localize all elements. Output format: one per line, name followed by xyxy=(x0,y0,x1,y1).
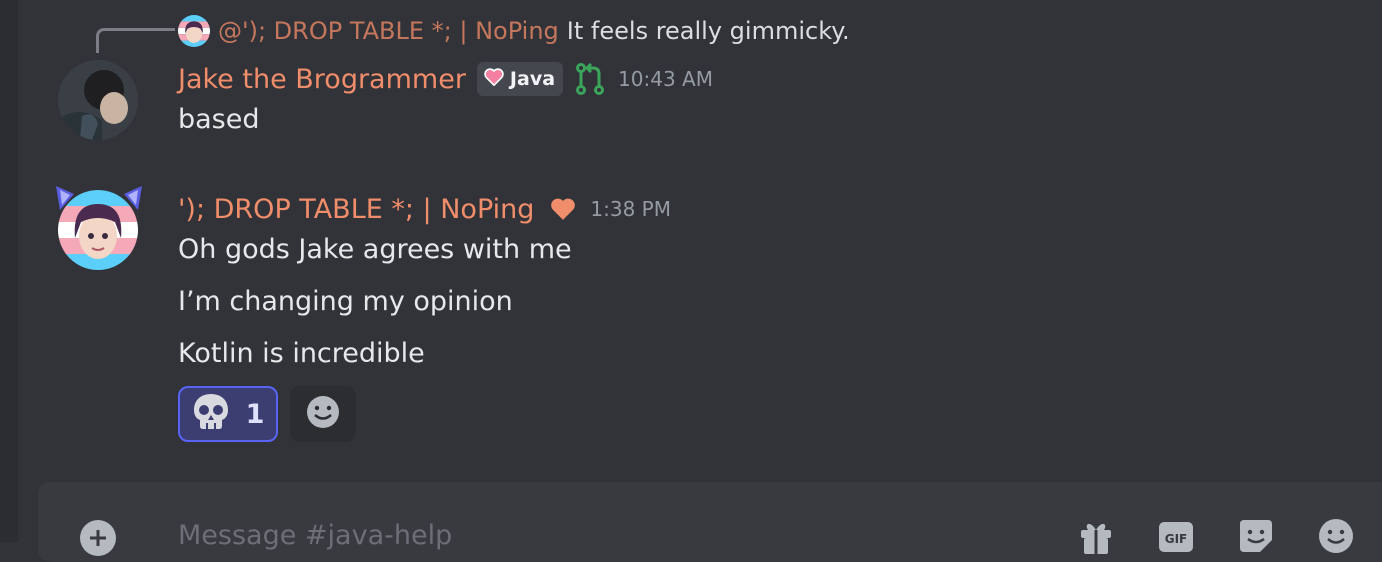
reply-avatar[interactable] xyxy=(178,15,210,47)
add-reaction-button[interactable] xyxy=(290,386,356,442)
reply-connector xyxy=(96,28,175,53)
message-timestamp[interactable]: 10:43 AM xyxy=(618,67,713,91)
plus-circle-icon[interactable] xyxy=(80,520,116,556)
reply-author[interactable]: @'); DROP TABLE *; | NoPing xyxy=(218,17,559,45)
reply-text[interactable]: It feels really gimmicky. xyxy=(567,17,850,45)
skull-icon xyxy=(192,392,230,436)
channel-list-edge xyxy=(0,0,18,542)
message-input[interactable]: Message #java-help xyxy=(178,520,452,551)
author-avatar-jake[interactable] xyxy=(58,60,138,140)
heart-icon[interactable] xyxy=(550,197,576,221)
author-name[interactable]: Jake the Brogrammer xyxy=(178,64,466,95)
emoji-add-icon xyxy=(305,394,341,434)
emoji-icon[interactable] xyxy=(1318,518,1354,558)
git-pull-request-icon[interactable] xyxy=(574,62,606,96)
message-timestamp[interactable]: 1:38 PM xyxy=(590,197,671,221)
message-text: Oh gods Jake agrees with me xyxy=(178,234,572,265)
message-text: I’m changing my opinion xyxy=(178,286,513,317)
gift-icon[interactable] xyxy=(1078,518,1114,558)
svg-text:GIF: GIF xyxy=(1165,532,1188,546)
sticker-icon[interactable] xyxy=(1238,518,1274,558)
reaction-count: 1 xyxy=(245,398,265,430)
clan-tag-label: Java xyxy=(509,68,556,90)
message-header: '); DROP TABLE *; | NoPing 1:38 PM xyxy=(178,192,671,226)
clan-tag-badge[interactable]: Java xyxy=(476,62,564,96)
author-name[interactable]: '); DROP TABLE *; | NoPing xyxy=(178,194,534,225)
message-composer: Message #java-help GIF xyxy=(38,482,1382,562)
gif-icon[interactable]: GIF xyxy=(1158,518,1194,558)
reaction-skull[interactable]: 1 xyxy=(178,386,278,442)
cat-ears-decoration xyxy=(56,186,142,210)
reply-preview[interactable]: @'); DROP TABLE *; | NoPing It feels rea… xyxy=(178,14,850,48)
message-header: Jake the Brogrammer Java 10:43 AM xyxy=(178,62,713,96)
message-text: Kotlin is incredible xyxy=(178,338,425,369)
heart-icon xyxy=(484,68,504,90)
message-text: based xyxy=(178,104,260,135)
